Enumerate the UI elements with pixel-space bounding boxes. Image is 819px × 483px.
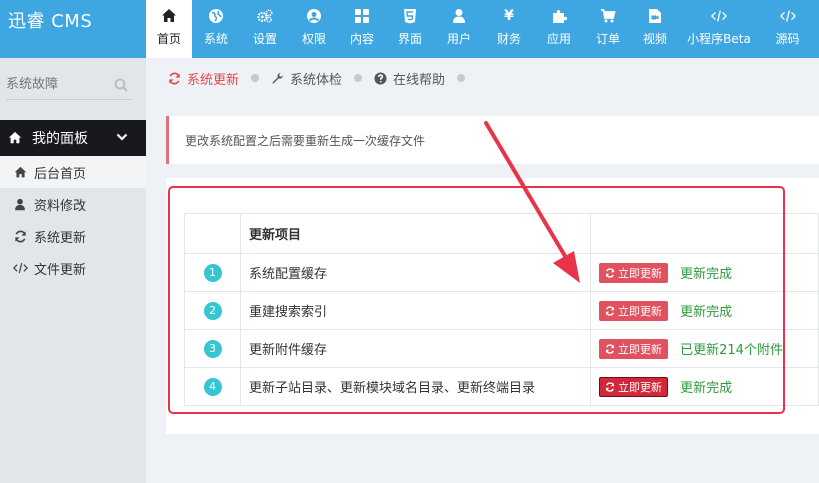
home-icon — [161, 8, 177, 24]
gears-icon — [257, 8, 273, 24]
chevron-down-icon — [116, 131, 128, 147]
grid-icon — [354, 8, 370, 24]
nav-label: 内容 — [349, 32, 374, 46]
separator-dot — [251, 74, 260, 82]
panel-header-my-panel[interactable]: 我的面板 — [0, 120, 146, 156]
sidebar-item-system-update[interactable]: 系统更新 — [0, 220, 146, 252]
app-logo[interactable]: 迅睿 CMS — [0, 0, 146, 58]
tab-system-update[interactable]: 系统更新 — [168, 69, 239, 88]
search-icon[interactable] — [114, 78, 128, 96]
nav-source[interactable]: 源码 — [760, 0, 815, 58]
separator-dot — [354, 74, 363, 82]
nav-settings[interactable]: 设置 — [240, 0, 290, 58]
refresh-icon — [168, 72, 181, 85]
nav-user[interactable]: 用户 — [434, 0, 484, 58]
search-input[interactable] — [6, 72, 106, 96]
nav-label: 源码 — [775, 32, 800, 46]
nav-label: 小程序Beta — [687, 32, 751, 46]
nav-label: 首页 — [156, 32, 181, 46]
nav-label: 应用 — [546, 32, 571, 46]
sidebar-search — [6, 72, 132, 100]
nav-label: 设置 — [252, 32, 277, 46]
sidebar-menu: 后台首页 资料修改 系统更新 文件更新 — [0, 156, 146, 284]
home-icon — [8, 131, 22, 145]
nav-label: 视频 — [642, 32, 667, 46]
sidebar-item-profile[interactable]: 资料修改 — [0, 188, 146, 220]
nav-interface[interactable]: 界面 — [386, 0, 434, 58]
video-icon — [647, 8, 663, 24]
sidebar-item-dashboard[interactable]: 后台首页 — [0, 156, 146, 188]
question-icon — [374, 71, 387, 85]
globe-icon — [208, 8, 224, 24]
tab-system-check[interactable]: 系统体检 — [271, 69, 342, 88]
sub-tabs: 系统更新 系统体检 在线帮助 — [168, 68, 477, 88]
nav-home[interactable]: 首页 — [146, 0, 192, 58]
sidebar-item-file-update[interactable]: 文件更新 — [0, 252, 146, 284]
refresh-icon — [12, 230, 28, 243]
separator-dot — [457, 74, 466, 82]
user-circle-icon — [306, 8, 322, 24]
tab-label: 系统更新 — [187, 72, 240, 88]
nav-miniprogram[interactable]: 小程序Beta — [678, 0, 760, 58]
sidebar: 我的面板 后台首页 资料修改 系统更新 文件更新 — [0, 58, 146, 483]
user-icon — [12, 198, 28, 211]
cart-icon — [600, 8, 616, 24]
nav-apps[interactable]: 应用 — [534, 0, 584, 58]
yen-icon: ¥ — [504, 8, 514, 24]
top-bar: 迅睿 CMS 首页 系统 设置 权限 内容 界面 用户 ¥ 财务 应用 订单 视… — [0, 0, 819, 58]
nav-video[interactable]: 视频 — [632, 0, 678, 58]
user-icon — [451, 8, 467, 24]
puzzle-icon — [551, 8, 567, 24]
main-content: 系统更新 系统体检 在线帮助 更改系统配置之后需要重新生成一次缓存文件 更新项目… — [146, 58, 819, 483]
nav-orders[interactable]: 订单 — [584, 0, 632, 58]
wrench-icon — [271, 72, 284, 85]
top-nav: 首页 系统 设置 权限 内容 界面 用户 ¥ 财务 应用 订单 视频 小程序Be… — [146, 0, 815, 58]
nav-label: 用户 — [446, 32, 471, 46]
home-icon — [12, 166, 28, 179]
tab-label: 系统体检 — [290, 72, 343, 88]
panel-title: 我的面板 — [32, 131, 88, 147]
nav-content[interactable]: 内容 — [338, 0, 386, 58]
sidebar-item-label: 资料修改 — [34, 198, 87, 214]
nav-permission[interactable]: 权限 — [290, 0, 338, 58]
code-icon — [779, 8, 796, 24]
html5-icon — [402, 8, 418, 24]
sidebar-item-label: 后台首页 — [34, 166, 87, 182]
annotation-frame — [168, 186, 785, 414]
sidebar-item-label: 系统更新 — [34, 230, 87, 246]
code-icon — [12, 262, 28, 274]
code-icon — [711, 8, 727, 24]
nav-system[interactable]: 系统 — [192, 0, 240, 58]
nav-label: 权限 — [301, 32, 326, 46]
nav-finance[interactable]: ¥ 财务 — [484, 0, 534, 58]
nav-label: 系统 — [203, 32, 228, 46]
notice-box: 更改系统配置之后需要重新生成一次缓存文件 — [166, 116, 819, 164]
nav-label: 财务 — [496, 32, 521, 46]
sidebar-item-label: 文件更新 — [34, 262, 87, 278]
nav-label: 订单 — [595, 32, 620, 46]
tab-label: 在线帮助 — [393, 72, 446, 88]
tab-online-help[interactable]: 在线帮助 — [374, 69, 445, 88]
nav-label: 界面 — [397, 32, 422, 46]
